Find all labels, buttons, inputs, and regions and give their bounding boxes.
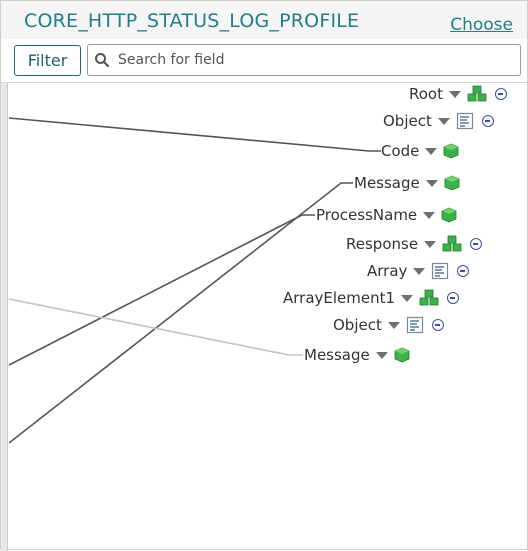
node-label: Object [333,316,382,334]
cube-icon [443,143,459,159]
caret-down-icon[interactable] [401,294,414,302]
caret-down-icon[interactable] [425,147,438,155]
caret-down-icon[interactable] [437,117,450,125]
mapping-line-code[interactable] [9,117,381,152]
profile-title: CORE_HTTP_STATUS_LOG_PROFILE [24,10,360,32]
search-input[interactable] [116,46,520,74]
caret-down-icon[interactable] [413,267,426,275]
tree-node-response[interactable]: Response [346,233,483,255]
node-label: Message [304,346,370,364]
caret-down-icon[interactable] [425,179,438,187]
node-label: Code [381,142,420,160]
choose-link[interactable]: Choose [450,15,513,35]
node-label: Message [354,174,420,192]
cube-icon [441,207,457,223]
node-label: Response [346,235,419,253]
node-label: ProcessName [316,206,418,224]
tree-node-object[interactable]: Object [383,110,494,132]
collapse-icon[interactable] [447,292,460,304]
tree-node-array[interactable]: Array [367,260,470,282]
multi-cube-icon [419,289,439,307]
mapping-line-processname[interactable] [9,214,315,366]
cube-icon [444,175,460,191]
filter-button[interactable]: Filter [14,45,81,76]
tree-node-processname[interactable]: ProcessName [316,204,457,226]
document-icon [431,262,449,280]
collapse-icon[interactable] [431,319,444,331]
tree-node-code[interactable]: Code [381,140,459,162]
tree-node-message[interactable]: Message [354,172,460,194]
caret-down-icon[interactable] [423,211,436,219]
mapping-line-message[interactable] [9,182,353,444]
caret-down-icon[interactable] [375,351,388,359]
document-icon [406,316,424,334]
collapse-icon[interactable] [470,238,483,250]
node-label: Root [409,85,443,103]
node-label: Object [383,112,432,130]
collapse-icon[interactable] [457,265,470,277]
collapse-icon[interactable] [494,88,507,100]
caret-down-icon[interactable] [448,90,461,98]
caret-down-icon[interactable] [387,321,400,329]
schema-panel: CORE_HTTP_STATUS_LOG_PROFILE Choose Filt… [0,0,528,551]
search-box[interactable] [87,44,521,76]
search-icon [88,45,116,75]
panel-header: CORE_HTTP_STATUS_LOG_PROFILE Choose [1,1,527,39]
node-label: ArrayElement1 [283,289,396,307]
multi-cube-icon [442,235,462,253]
cube-icon [394,347,410,363]
tree-node-object-2[interactable]: Object [333,314,444,336]
tree-node-root[interactable]: Root [409,83,507,105]
collapse-icon[interactable] [481,115,494,127]
tree-node-message-2[interactable]: Message [304,344,410,366]
left-panel-edge [1,83,8,551]
caret-down-icon[interactable] [424,240,437,248]
multi-cube-icon [467,85,487,103]
node-label: Array [367,262,408,280]
tree-node-arrayelement1[interactable]: ArrayElement1 [283,287,460,309]
document-icon [456,112,474,130]
toolbar: Filter [1,39,527,83]
